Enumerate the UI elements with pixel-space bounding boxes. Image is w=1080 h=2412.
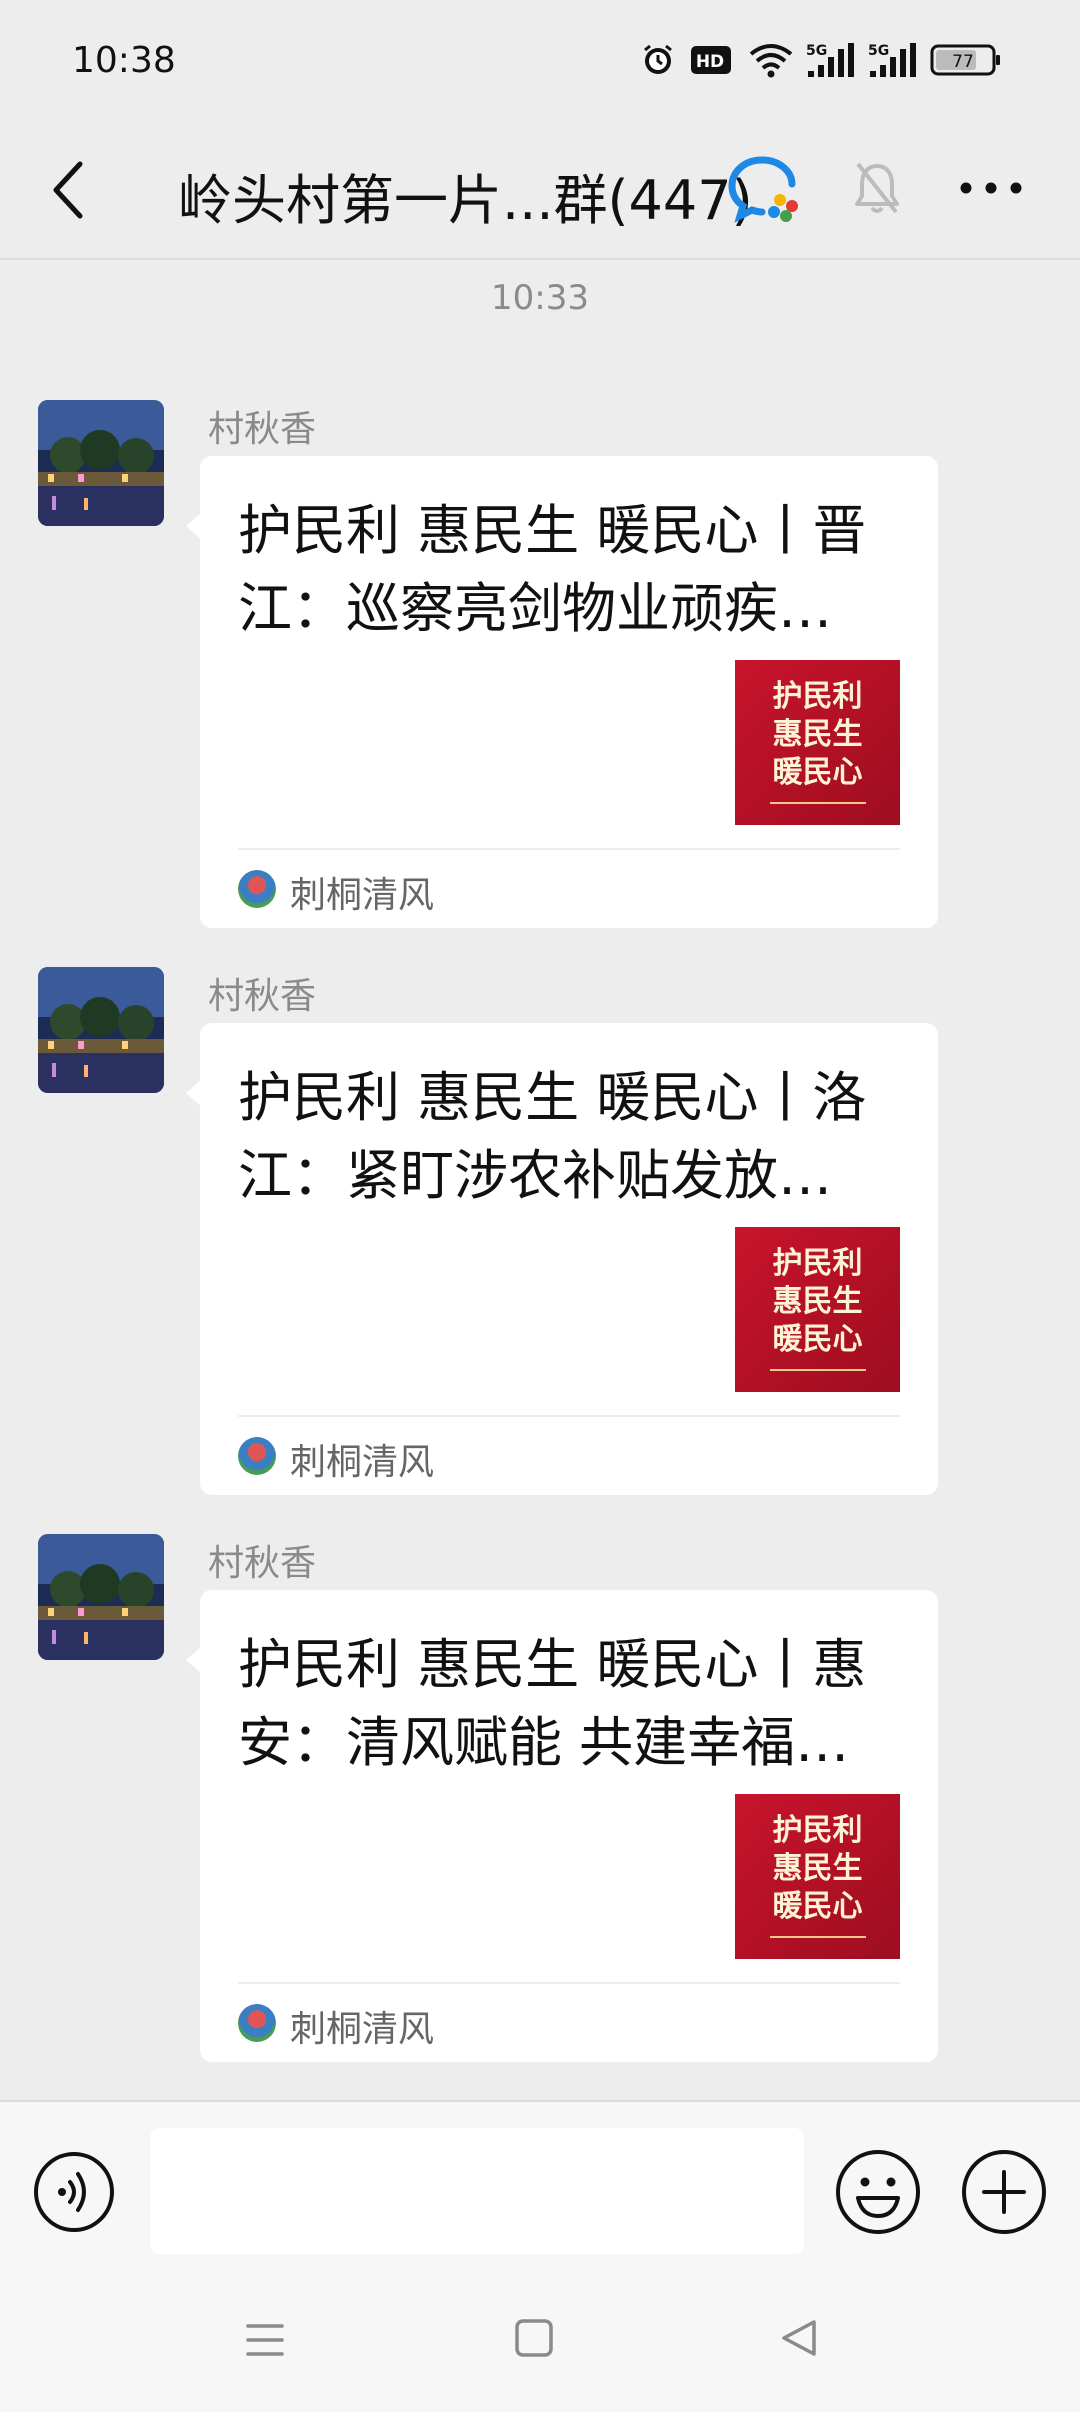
- thumbnail-text-line: 护民利: [772, 1246, 863, 1281]
- article-title: 护民利 惠民生 暖民心丨洛江：紧盯涉农补贴发放 纠…: [238, 1066, 867, 1207]
- battery-icon: 77: [930, 40, 1002, 80]
- sender-name: 村秋香: [208, 1543, 317, 1584]
- plus-icon: [962, 2150, 1046, 2234]
- status-time: 10:38: [72, 40, 176, 81]
- mute-bell-icon: [852, 158, 902, 218]
- source-logo-icon: [238, 2004, 276, 2042]
- more-functions-button[interactable]: [960, 2148, 1048, 2236]
- thumbnail-text-line: 惠民生: [772, 1851, 863, 1886]
- svg-text:5G: 5G: [806, 43, 827, 59]
- message-input[interactable]: [150, 2128, 804, 2254]
- source-name: 刺桐清风: [290, 1442, 435, 1483]
- square-icon: [515, 2319, 553, 2357]
- input-bar: [0, 2100, 1080, 2278]
- thumbnail-text-line: 惠民生: [772, 1284, 863, 1319]
- article-thumbnail: 护民利 惠民生 暖民心: [735, 1794, 900, 1959]
- article-card[interactable]: 护民利 惠民生 暖民心丨惠安：清风赋能 共建幸福小区 护民利 惠民生 暖民心 刺…: [200, 1590, 938, 2062]
- chevron-left-icon: [53, 161, 83, 219]
- emoji-button[interactable]: [834, 2148, 922, 2236]
- thumbnail-text-line: 护民利: [772, 679, 863, 714]
- message-item: 村秋香 护民利 惠民生 暖民心丨洛江：紧盯涉农补贴发放 纠… 护民利 惠民生 暖…: [0, 967, 1080, 1507]
- svg-text:HD: HD: [696, 52, 724, 72]
- thumbnail-text-line: 护民利: [772, 1813, 863, 1848]
- article-thumbnail: 护民利 惠民生 暖民心: [735, 1227, 900, 1392]
- thumbnail-text-line: 惠民生: [772, 717, 863, 752]
- back-nav-button[interactable]: [780, 2318, 818, 2358]
- chat-title[interactable]: 岭头村第一片...群(447): [178, 156, 753, 235]
- svg-text:5G: 5G: [868, 43, 889, 59]
- thumbnail-text-line: 暖民心: [772, 755, 863, 790]
- recent-apps-button[interactable]: [244, 2320, 286, 2360]
- back-button[interactable]: [40, 150, 100, 230]
- emoji-icon: [836, 2150, 920, 2234]
- more-options-button[interactable]: [956, 168, 1026, 208]
- thumbnail-ornament: [769, 802, 866, 804]
- source-name: 刺桐清风: [290, 875, 435, 916]
- source-logo-icon: [238, 1437, 276, 1475]
- sender-name: 村秋香: [208, 409, 317, 450]
- avatar[interactable]: [38, 400, 164, 526]
- header-divider: [0, 258, 1080, 260]
- article-card[interactable]: 护民利 惠民生 暖民心丨洛江：紧盯涉农补贴发放 纠… 护民利 惠民生 暖民心 刺…: [200, 1023, 938, 1495]
- card-divider: [238, 848, 900, 850]
- more-dots-icon: [960, 182, 1022, 194]
- message-item: 村秋香 护民利 惠民生 暖民心丨晋江：巡察亮剑物业顽疾 清… 护民利 惠民生 暖…: [0, 400, 1080, 940]
- system-nav-bar: [0, 2276, 1080, 2412]
- wifi-icon: [748, 40, 796, 80]
- thumbnail-text-line: 暖民心: [772, 1889, 863, 1924]
- thumbnail-ornament: [769, 1369, 866, 1371]
- chat-header: 岭头村第一片...群(447): [0, 120, 1080, 260]
- sender-name: 村秋香: [208, 976, 317, 1017]
- source-logo-icon: [238, 870, 276, 908]
- voice-icon: [34, 2152, 114, 2232]
- svg-text:77: 77: [952, 52, 974, 72]
- alarm-icon: [640, 40, 680, 80]
- source-name: 刺桐清风: [290, 2009, 435, 2050]
- article-thumbnail: 护民利 惠民生 暖民心: [735, 660, 900, 825]
- card-divider: [238, 1982, 900, 1984]
- article-title: 护民利 惠民生 暖民心丨惠安：清风赋能 共建幸福小区: [238, 1633, 867, 1774]
- thumbnail-text-line: 暖民心: [772, 1322, 863, 1357]
- wecom-group-icon: [728, 154, 804, 224]
- signal-5g-icon-2: 5G: [868, 40, 918, 80]
- thumbnail-ornament: [769, 1936, 866, 1938]
- status-bar: 10:38 HD 5G 5G 77: [0, 0, 1080, 120]
- menu-icon: [246, 2324, 284, 2356]
- message-timestamp: 10:33: [491, 278, 589, 318]
- home-button[interactable]: [514, 2318, 554, 2358]
- hd-icon: HD: [690, 40, 734, 80]
- triangle-back-icon: [782, 2320, 816, 2356]
- avatar[interactable]: [38, 967, 164, 1093]
- avatar[interactable]: [38, 1534, 164, 1660]
- card-divider: [238, 1415, 900, 1417]
- signal-5g-icon-1: 5G: [806, 40, 856, 80]
- article-card[interactable]: 护民利 惠民生 暖民心丨晋江：巡察亮剑物业顽疾 清… 护民利 惠民生 暖民心 刺…: [200, 456, 938, 928]
- voice-input-button[interactable]: [32, 2150, 116, 2234]
- article-title: 护民利 惠民生 暖民心丨晋江：巡察亮剑物业顽疾 清…: [238, 499, 867, 640]
- message-item: 村秋香 护民利 惠民生 暖民心丨惠安：清风赋能 共建幸福小区 护民利 惠民生 暖…: [0, 1534, 1080, 2074]
